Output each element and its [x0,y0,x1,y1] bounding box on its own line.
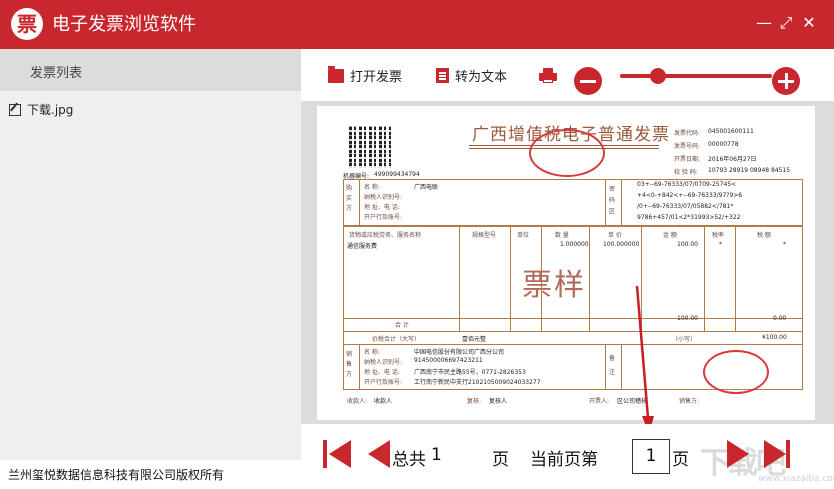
page-number-input[interactable]: 1 [632,439,670,474]
total-pages: 1 [431,445,442,465]
total-page-unit: 页 [492,450,509,470]
current-suffix: 页 [672,450,689,470]
total-prefix: 总共 [392,450,426,470]
prev-page-button[interactable] [368,440,390,468]
next-page-button[interactable] [727,440,749,468]
first-page-button[interactable] [323,440,353,468]
last-page-button[interactable] [764,440,794,468]
current-prefix: 当前页第 [530,450,598,470]
site-watermark-url: www.xiazaiba.com [758,474,834,484]
annotation-arrow [635,285,654,434]
